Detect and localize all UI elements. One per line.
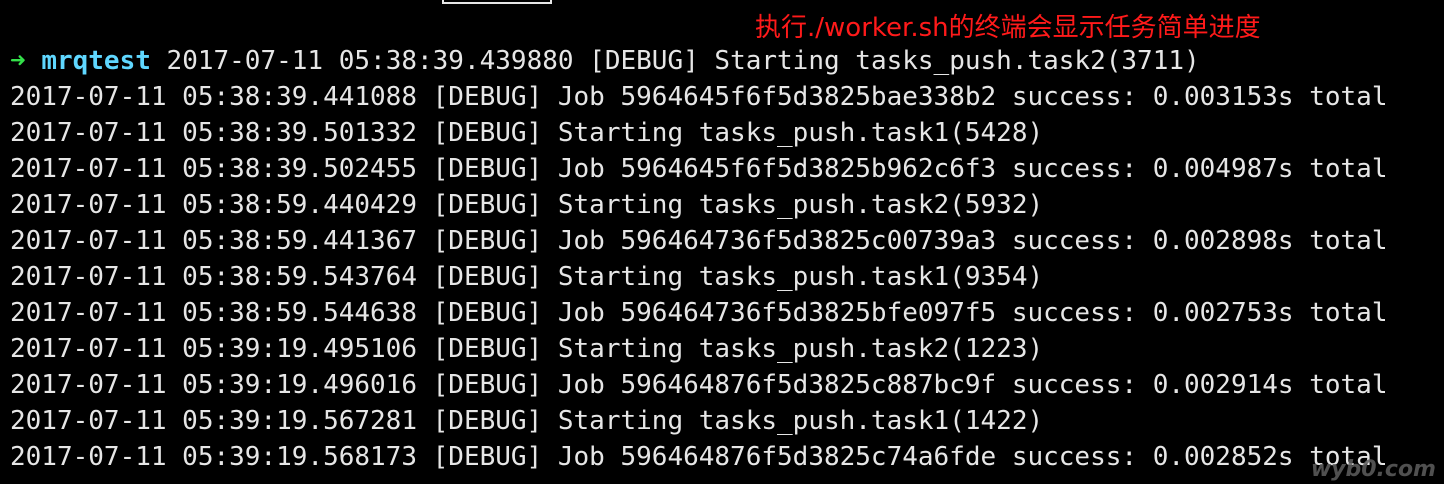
log-line: 2017-07-11 05:38:39.501332 [DEBUG] Start… xyxy=(10,118,1044,148)
log-line: 2017-07-11 05:39:19.496016 [DEBUG] Job 5… xyxy=(10,370,1388,400)
terminal-window[interactable]: 执行./worker.sh的终端会显示任务简单进度 ➜ mrqtest 2017… xyxy=(0,0,1444,484)
prompt-directory: mrqtest xyxy=(41,46,151,76)
log-line: 2017-07-11 05:38:59.440429 [DEBUG] Start… xyxy=(10,190,1044,220)
prompt-arrow-icon: ➜ xyxy=(10,46,26,76)
prompt-line: ➜ mrqtest 2017-07-11 05:38:39.439880 [DE… xyxy=(10,43,1200,79)
log-line: 2017-07-11 05:38:59.544638 [DEBUG] Job 5… xyxy=(10,298,1388,328)
log-line: 2017-07-11 05:39:19.567281 [DEBUG] Start… xyxy=(10,406,1044,436)
log-line: 2017-07-11 05:38:59.543764 [DEBUG] Start… xyxy=(10,262,1044,292)
log-line: 2017-07-11 05:38:39.441088 [DEBUG] Job 5… xyxy=(10,82,1388,112)
log-line: 2017-07-11 05:39:19.495106 [DEBUG] Start… xyxy=(10,334,1044,364)
log-line: 2017-07-11 05:38:59.441367 [DEBUG] Job 5… xyxy=(10,226,1388,256)
prompt-output: 2017-07-11 05:38:39.439880 [DEBUG] Start… xyxy=(150,46,1200,76)
annotation-caption: 执行./worker.sh的终端会显示任务简单进度 xyxy=(755,13,1261,43)
cropped-previous-line xyxy=(442,0,552,4)
watermark-logo: wyb0.com xyxy=(1310,457,1436,482)
log-line: 2017-07-11 05:38:39.502455 [DEBUG] Job 5… xyxy=(10,154,1388,184)
log-line: 2017-07-11 05:39:19.568173 [DEBUG] Job 5… xyxy=(10,442,1388,472)
